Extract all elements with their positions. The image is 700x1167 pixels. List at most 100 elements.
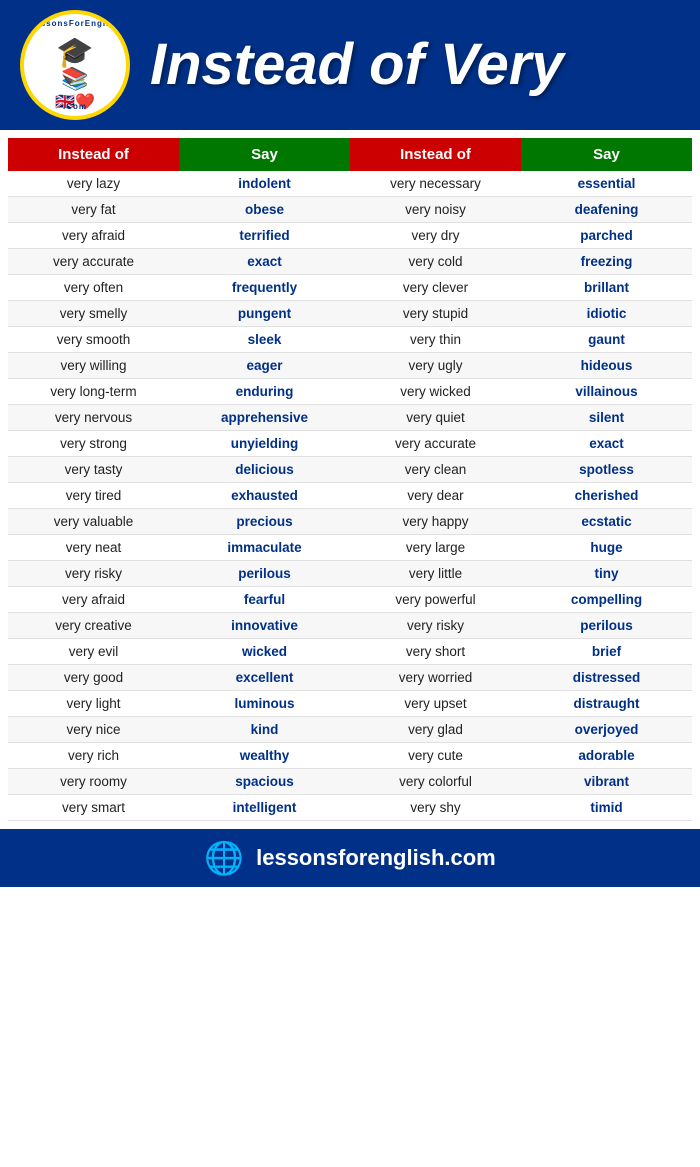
say-col4: freezing: [521, 249, 692, 275]
say-col4: silent: [521, 405, 692, 431]
instead-of-col3: very wicked: [350, 379, 521, 405]
say-col2: kind: [179, 717, 350, 743]
instead-of-col1: very nice: [8, 717, 179, 743]
say-col2: exact: [179, 249, 350, 275]
say-col4: hideous: [521, 353, 692, 379]
instead-of-col3: very upset: [350, 691, 521, 717]
table-row: very smellypungentvery stupididiotic: [8, 301, 692, 327]
instead-of-col3: very clever: [350, 275, 521, 301]
instead-of-col3: very cute: [350, 743, 521, 769]
table-row: very afraidterrifiedvery dryparched: [8, 223, 692, 249]
say-col4: adorable: [521, 743, 692, 769]
instead-of-col1: very smelly: [8, 301, 179, 327]
header: LessonsForEnglish 🎓 📚 🇬🇧❤️ .Com Instead …: [0, 0, 700, 130]
table-row: very nicekindvery gladoverjoyed: [8, 717, 692, 743]
instead-of-col3: very risky: [350, 613, 521, 639]
instead-of-col1: very smart: [8, 795, 179, 821]
say-col2: frequently: [179, 275, 350, 301]
say-col2: spacious: [179, 769, 350, 795]
instead-of-col1: very fat: [8, 197, 179, 223]
say-col4: gaunt: [521, 327, 692, 353]
logo-hat-icon: 🎓: [56, 35, 93, 70]
say-col4: brillant: [521, 275, 692, 301]
say-col4: compelling: [521, 587, 692, 613]
instead-of-col3: very short: [350, 639, 521, 665]
say-col2: obese: [179, 197, 350, 223]
table-row: very smoothsleekvery thingaunt: [8, 327, 692, 353]
say-col2: excellent: [179, 665, 350, 691]
footer-text: lessonsforenglish.com: [256, 845, 496, 871]
table-row: very smartintelligentvery shytimid: [8, 795, 692, 821]
instead-of-col1: very neat: [8, 535, 179, 561]
instead-of-col3: very dry: [350, 223, 521, 249]
say-col4: overjoyed: [521, 717, 692, 743]
say-col2: precious: [179, 509, 350, 535]
instead-of-col3: very shy: [350, 795, 521, 821]
say-col4: exact: [521, 431, 692, 457]
say-col4: cherished: [521, 483, 692, 509]
instead-of-col3: very noisy: [350, 197, 521, 223]
say-col2: luminous: [179, 691, 350, 717]
say-col4: huge: [521, 535, 692, 561]
instead-of-col3: very accurate: [350, 431, 521, 457]
table-row: very roomyspaciousvery colorfulvibrant: [8, 769, 692, 795]
table-row: very strongunyieldingvery accurateexact: [8, 431, 692, 457]
instead-of-col3: very cold: [350, 249, 521, 275]
instead-of-col1: very valuable: [8, 509, 179, 535]
instead-of-col1: very light: [8, 691, 179, 717]
say-col2: wicked: [179, 639, 350, 665]
table-row: very tastydeliciousvery cleanspotless: [8, 457, 692, 483]
say-col4: vibrant: [521, 769, 692, 795]
say-col2: delicious: [179, 457, 350, 483]
logo-top-text: LessonsForEnglish: [29, 19, 120, 28]
say-col4: villainous: [521, 379, 692, 405]
say-col2: perilous: [179, 561, 350, 587]
table-row: very riskyperilousvery littletiny: [8, 561, 692, 587]
col4-header: Say: [521, 138, 692, 171]
table-row: very nervousapprehensivevery quietsilent: [8, 405, 692, 431]
instead-of-col1: very risky: [8, 561, 179, 587]
table-row: very oftenfrequentlyvery cleverbrillant: [8, 275, 692, 301]
instead-of-col1: very lazy: [8, 171, 179, 197]
table-row: very richwealthyvery cuteadorable: [8, 743, 692, 769]
say-col4: distressed: [521, 665, 692, 691]
instead-of-col1: very often: [8, 275, 179, 301]
instead-of-col3: very necessary: [350, 171, 521, 197]
say-col4: essential: [521, 171, 692, 197]
instead-of-col1: very afraid: [8, 223, 179, 249]
instead-of-col1: very evil: [8, 639, 179, 665]
instead-of-col1: very rich: [8, 743, 179, 769]
say-col2: eager: [179, 353, 350, 379]
table-row: very willingeagervery uglyhideous: [8, 353, 692, 379]
col2-header: Say: [179, 138, 350, 171]
say-col2: wealthy: [179, 743, 350, 769]
table-row: very evilwickedvery shortbrief: [8, 639, 692, 665]
instead-of-col1: very tasty: [8, 457, 179, 483]
say-col2: indolent: [179, 171, 350, 197]
say-col2: sleek: [179, 327, 350, 353]
say-col4: tiny: [521, 561, 692, 587]
instead-of-col1: very smooth: [8, 327, 179, 353]
instead-of-col3: very powerful: [350, 587, 521, 613]
say-col4: timid: [521, 795, 692, 821]
instead-of-col3: very worried: [350, 665, 521, 691]
instead-of-col1: very willing: [8, 353, 179, 379]
table-row: very neatimmaculatevery largehuge: [8, 535, 692, 561]
say-col4: idiotic: [521, 301, 692, 327]
instead-of-col1: very tired: [8, 483, 179, 509]
table-row: very lightluminousvery upsetdistraught: [8, 691, 692, 717]
say-col2: fearful: [179, 587, 350, 613]
instead-of-col3: very thin: [350, 327, 521, 353]
table-row: very fatobesevery noisydeafening: [8, 197, 692, 223]
col3-header: Instead of: [350, 138, 521, 171]
table-row: very tiredexhaustedvery dearcherished: [8, 483, 692, 509]
instead-of-col1: very accurate: [8, 249, 179, 275]
table-row: very accurateexactvery coldfreezing: [8, 249, 692, 275]
say-col4: deafening: [521, 197, 692, 223]
logo: LessonsForEnglish 🎓 📚 🇬🇧❤️ .Com: [20, 10, 130, 120]
instead-of-col3: very dear: [350, 483, 521, 509]
instead-of-col1: very good: [8, 665, 179, 691]
instead-of-col3: very glad: [350, 717, 521, 743]
say-col2: terrified: [179, 223, 350, 249]
say-col2: exhausted: [179, 483, 350, 509]
